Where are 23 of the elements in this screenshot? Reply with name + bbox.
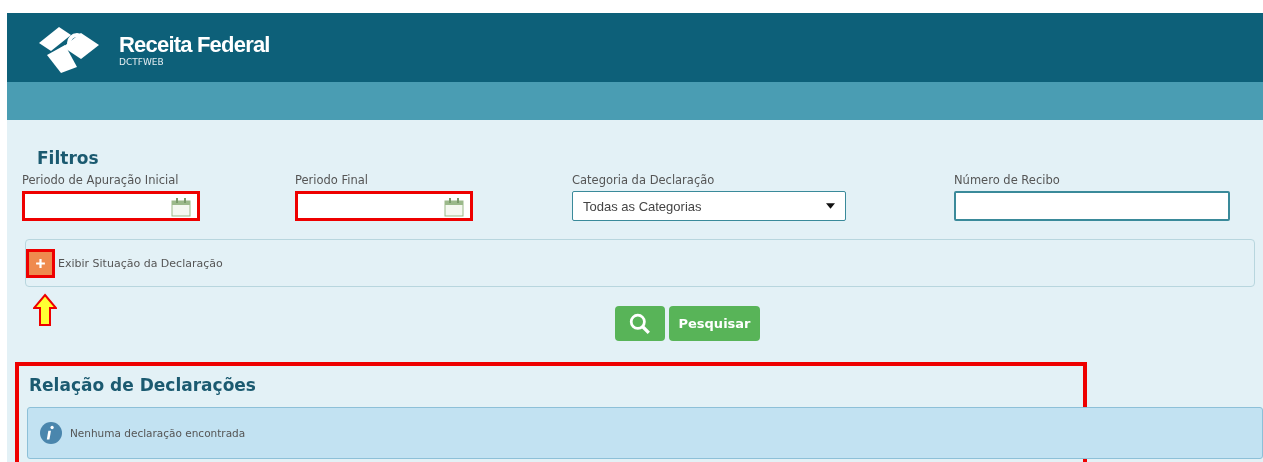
info-message: Nenhuma declaração encontrada bbox=[70, 427, 246, 439]
brand-subtitle: DCTFWEB bbox=[119, 57, 165, 68]
search-icon bbox=[629, 312, 651, 335]
section-title: Filtros bbox=[36, 147, 100, 168]
brand-title: Receita Federal bbox=[119, 33, 270, 57]
search-button[interactable] bbox=[615, 306, 665, 341]
field-label: Categoria da Declaração bbox=[572, 173, 716, 187]
input-field[interactable] bbox=[954, 191, 1230, 221]
calendar-icon bbox=[444, 197, 464, 217]
caret-icon bbox=[826, 203, 835, 209]
toggle-label: Exibir Situação da Declaração bbox=[58, 256, 223, 270]
category-dropdown[interactable]: Todas as Categorias bbox=[572, 191, 846, 221]
date-field[interactable] bbox=[22, 191, 200, 221]
info-icon bbox=[40, 422, 62, 444]
field-label: Periodo Final bbox=[295, 173, 370, 187]
section-title: Relação de Declarações bbox=[28, 374, 257, 395]
expand-button[interactable] bbox=[29, 251, 52, 275]
calendar-icon bbox=[171, 197, 191, 217]
date-field[interactable] bbox=[295, 191, 473, 221]
arrow-icon bbox=[33, 293, 57, 327]
field-label: Número de Recibo bbox=[954, 173, 1061, 187]
plus-icon bbox=[35, 257, 46, 269]
field-label: Periodo de Apuração Inicial bbox=[22, 173, 180, 187]
